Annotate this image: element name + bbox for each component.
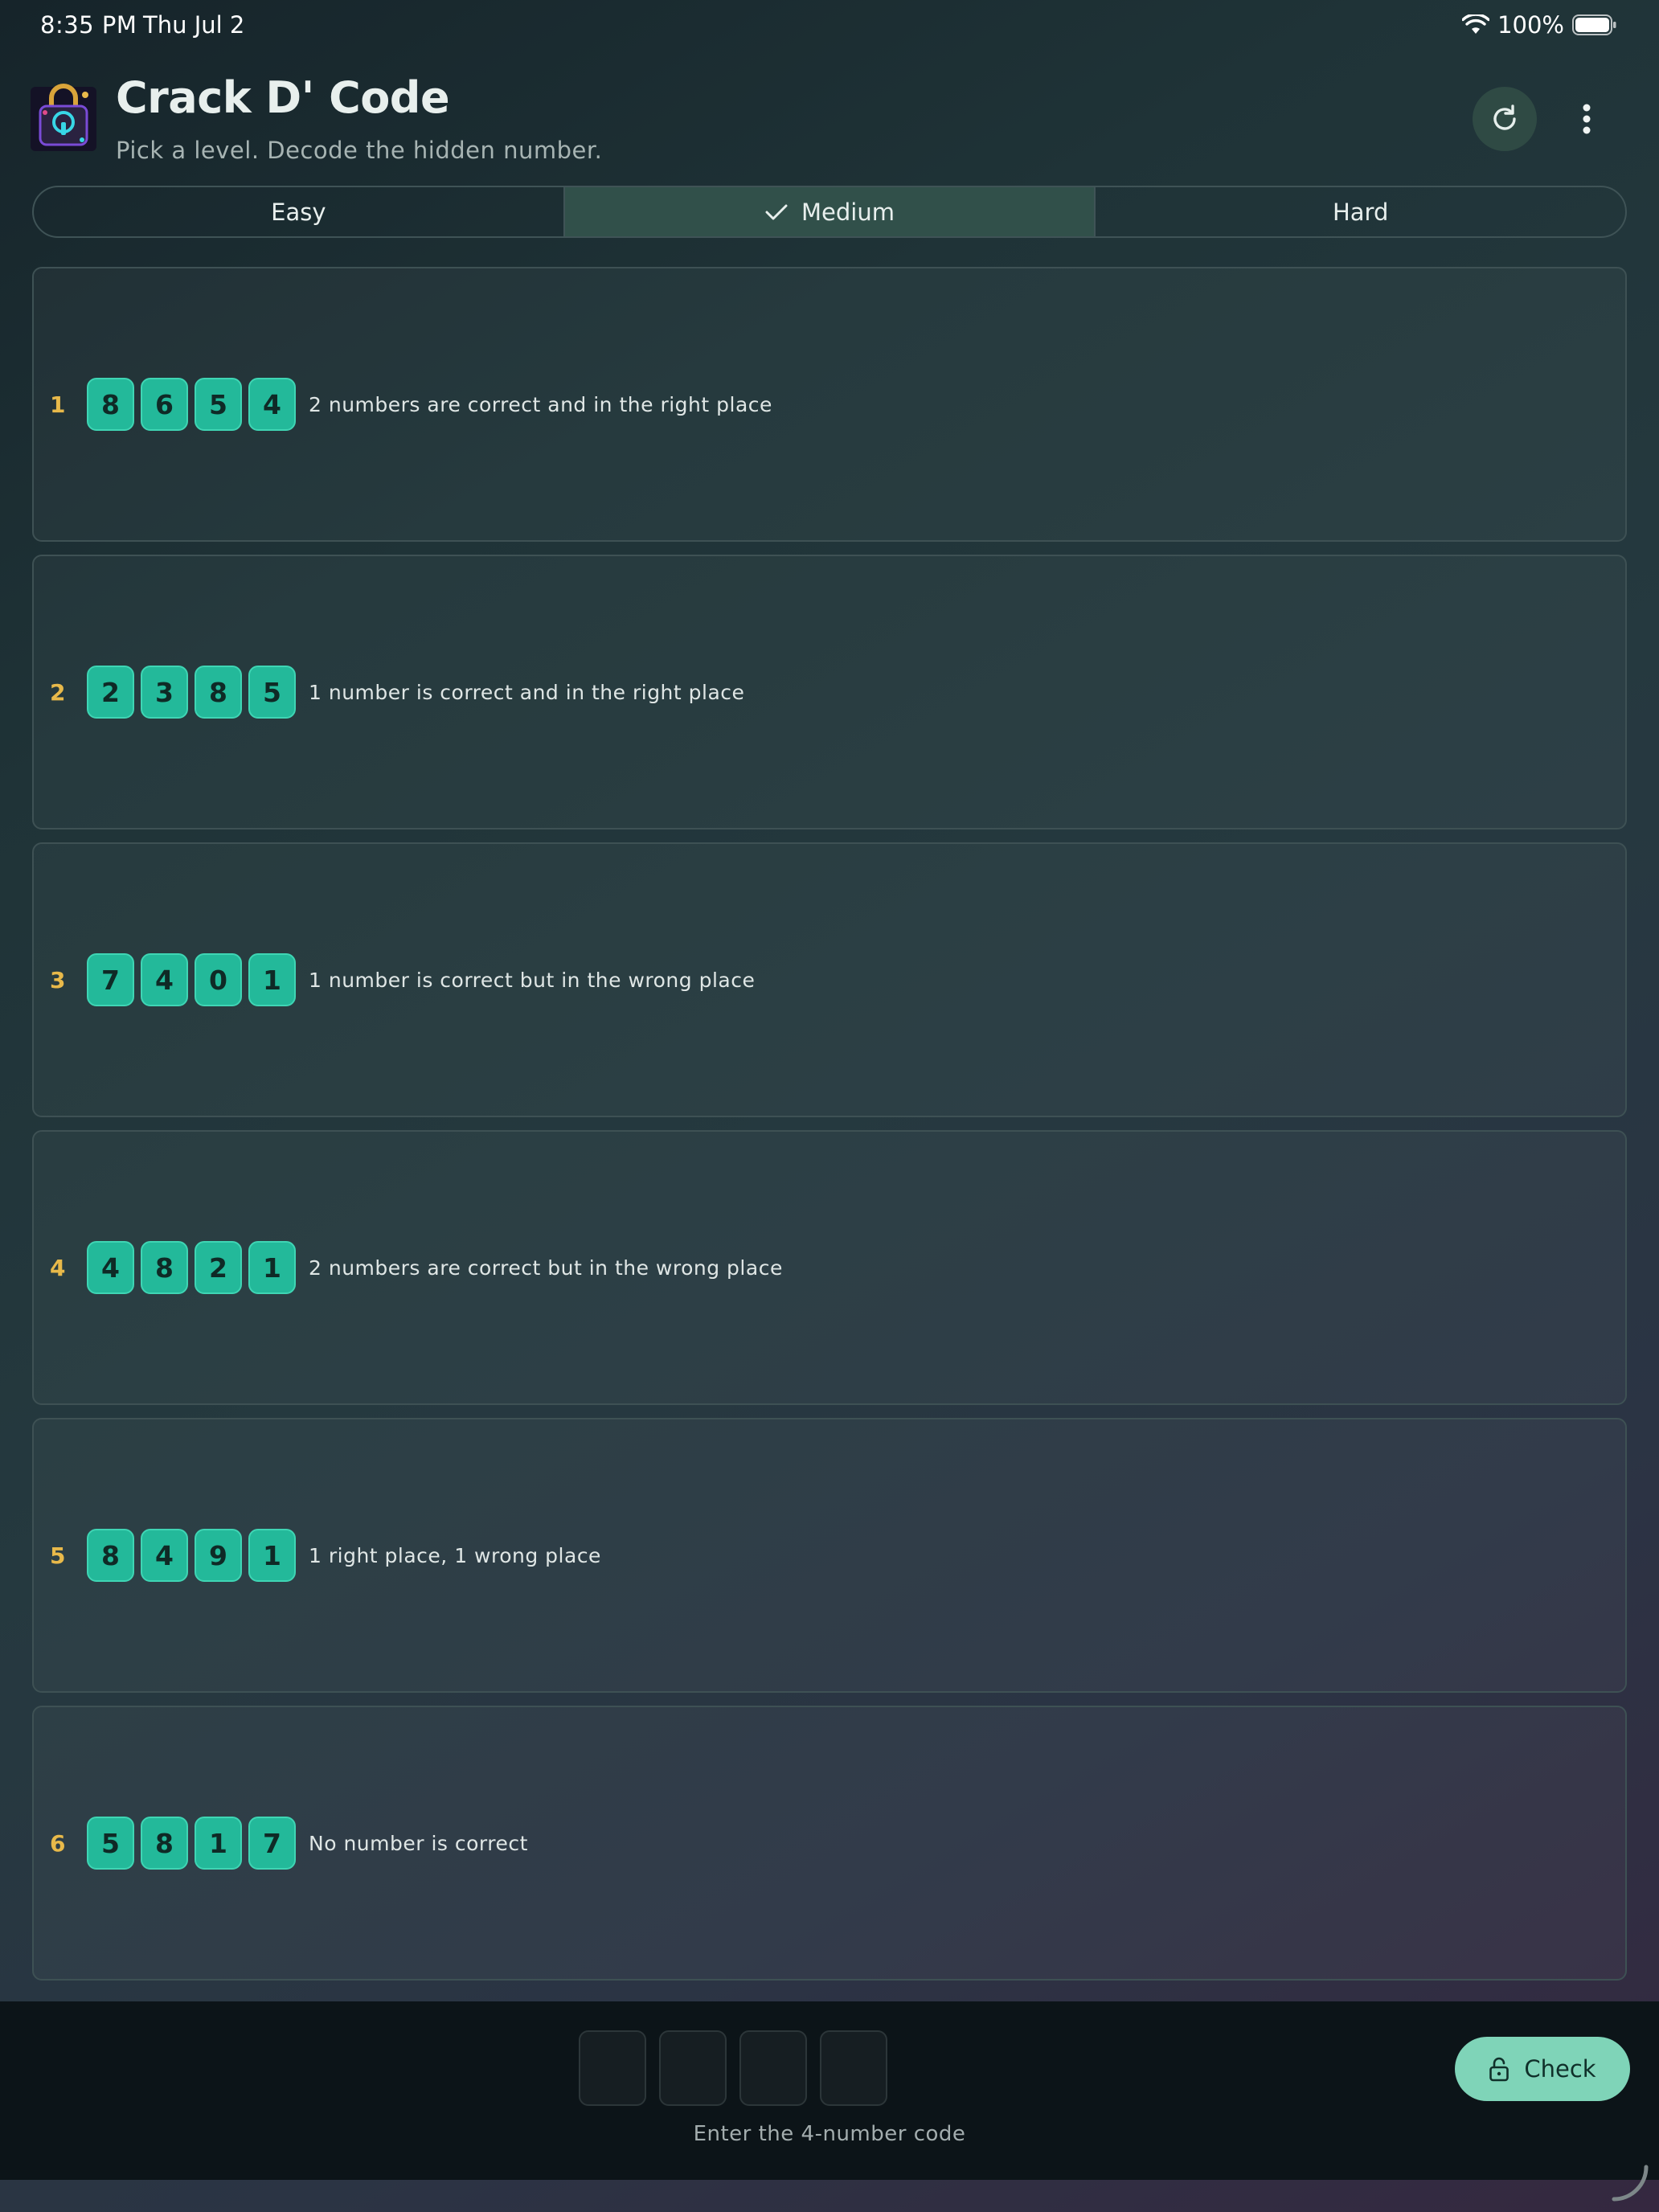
digit-tile: 5 [195,378,242,431]
clue-card: 6 5 8 1 7 No number is correct [32,1706,1627,1981]
resize-handle-icon[interactable] [1609,2162,1651,2204]
digit-tile: 4 [87,1241,134,1294]
clue-number: 4 [50,1254,66,1281]
code-digit-input[interactable] [739,2030,807,2106]
page-subtitle: Pick a level. Decode the hidden number. [116,137,603,164]
clue-hint: 2 numbers are correct but in the wrong p… [309,1256,783,1280]
digit-tile: 6 [141,378,188,431]
digit-tile: 2 [87,666,134,719]
digit-tile: 7 [87,953,134,1006]
code-digit-input[interactable] [579,2030,646,2106]
digit-tile: 4 [141,1529,188,1582]
clue-digits: 4 8 2 1 [87,1241,296,1294]
level-tab-hard[interactable]: Hard [1094,187,1625,236]
digit-tile: 7 [248,1817,296,1870]
digit-tile: 0 [195,953,242,1006]
clue-card: 4 4 8 2 1 2 numbers are correct but in t… [32,1130,1627,1405]
digit-tile: 1 [248,1241,296,1294]
status-bar: 8:35 PM Thu Jul 2 100% [0,0,1659,51]
level-tab-medium[interactable]: Medium [563,187,1095,236]
digit-tile: 2 [195,1241,242,1294]
check-icon [765,204,788,219]
digit-tile: 9 [195,1529,242,1582]
level-tab-label: Medium [801,198,895,226]
digit-tile: 5 [87,1817,134,1870]
battery-icon [1572,14,1616,35]
refresh-button[interactable] [1473,87,1537,151]
digit-tile: 4 [248,378,296,431]
clue-number: 2 [50,678,66,706]
clue-list: 1 8 6 5 4 2 numbers are correct and in t… [32,267,1627,1993]
status-time: 8:35 PM [40,11,137,39]
digit-tile: 8 [141,1817,188,1870]
clue-card: 1 8 6 5 4 2 numbers are correct and in t… [32,267,1627,542]
clue-digits: 2 3 8 5 [87,666,296,719]
more-vertical-icon [1583,104,1591,134]
digit-tile: 1 [195,1817,242,1870]
digit-tile: 8 [87,378,134,431]
clue-digits: 8 6 5 4 [87,378,296,431]
page-title: Crack D' Code [116,72,450,123]
level-selector: Easy Medium Hard [32,186,1627,238]
clue-hint: 2 numbers are correct and in the right p… [309,392,772,416]
clue-card: 2 2 3 8 5 1 number is correct and in the… [32,555,1627,830]
clue-number: 5 [50,1542,66,1569]
digit-tile: 3 [141,666,188,719]
padlock-logo-icon [31,84,96,151]
digit-tile: 4 [141,953,188,1006]
entry-hint: Enter the 4-number code [693,2122,966,2146]
code-digit-input[interactable] [820,2030,887,2106]
code-entry-panel: Enter the 4-number code Check [0,2001,1659,2180]
wifi-icon [1462,14,1490,34]
digit-tile: 5 [248,666,296,719]
level-tab-label: Easy [271,198,326,226]
status-indicators: 100% [1462,11,1617,39]
clue-number: 1 [50,391,66,418]
code-digit-input[interactable] [659,2030,727,2106]
clue-digits: 8 4 9 1 [87,1529,296,1582]
check-button[interactable]: Check [1455,2037,1630,2101]
clue-hint: 1 right place, 1 wrong place [309,1543,601,1567]
level-tab-label: Hard [1332,198,1389,226]
more-options-button[interactable] [1563,87,1611,151]
digit-tile: 1 [248,1529,296,1582]
clue-hint: 1 number is correct and in the right pla… [309,680,745,704]
level-tab-easy[interactable]: Easy [34,187,563,236]
refresh-icon [1493,104,1516,130]
clue-card: 3 7 4 0 1 1 number is correct but in the… [32,842,1627,1117]
digit-tile: 8 [195,666,242,719]
clue-hint: 1 number is correct but in the wrong pla… [309,968,756,992]
clue-hint: No number is correct [309,1831,528,1855]
check-button-label: Check [1524,2055,1596,2083]
digit-tile: 8 [87,1529,134,1582]
battery-percent: 100% [1497,11,1564,39]
status-date: Thu Jul 2 [143,11,245,39]
code-input-row [579,2030,887,2106]
clue-number: 3 [50,966,66,993]
clue-digits: 5 8 1 7 [87,1817,296,1870]
digit-tile: 8 [141,1241,188,1294]
lock-icon [1489,2057,1509,2082]
clue-digits: 7 4 0 1 [87,953,296,1006]
clue-number: 6 [50,1829,66,1857]
clue-card: 5 8 4 9 1 1 right place, 1 wrong place [32,1418,1627,1693]
digit-tile: 1 [248,953,296,1006]
